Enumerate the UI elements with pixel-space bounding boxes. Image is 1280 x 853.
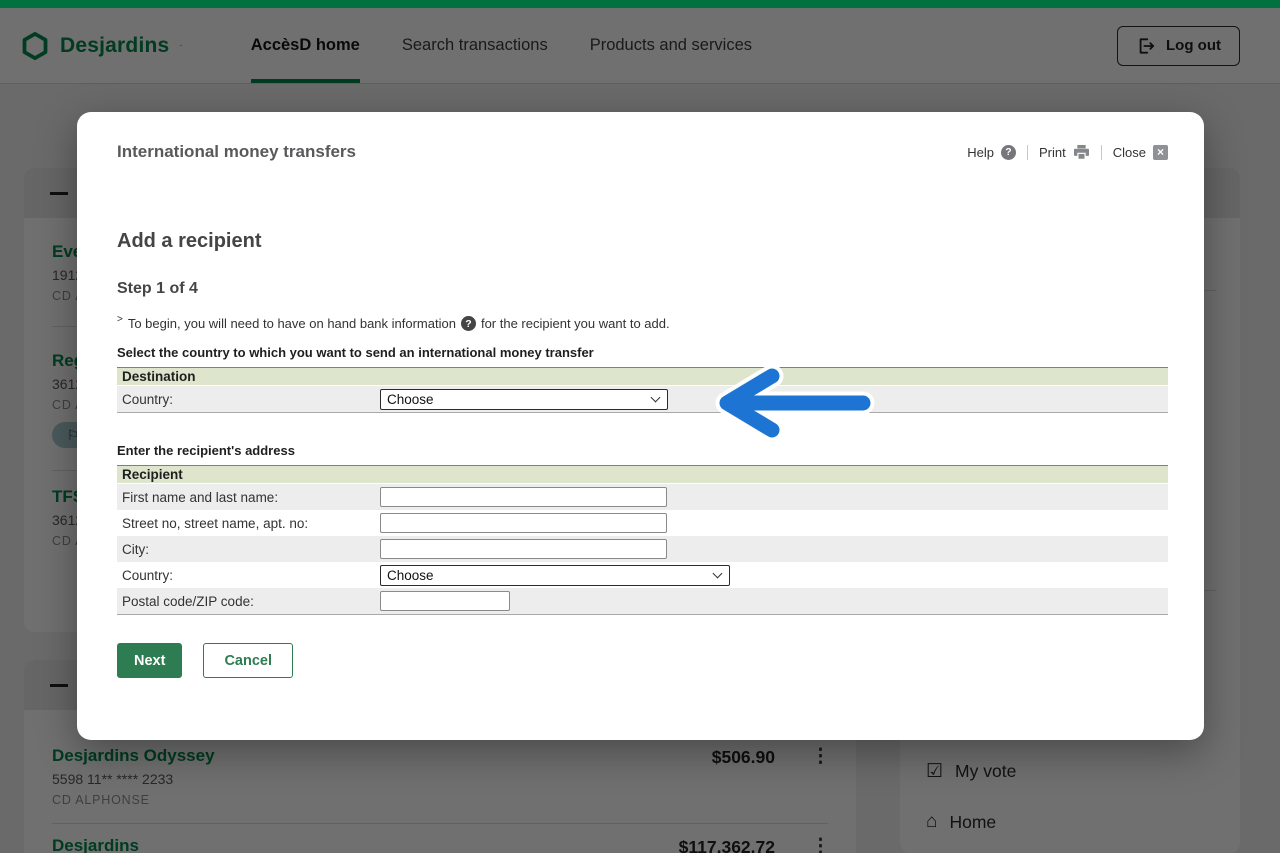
cancel-button[interactable]: Cancel [203, 643, 293, 678]
next-button[interactable]: Next [117, 643, 182, 678]
help-icon: ? [1001, 145, 1016, 160]
intro-text: > To begin, you will need to have on han… [117, 316, 1168, 331]
print-button[interactable]: Print [1039, 145, 1090, 160]
form-row-destination-country: Country: Choose [117, 386, 1168, 412]
chevron-down-icon [651, 393, 661, 403]
form-row-city: City: [117, 536, 1168, 562]
print-icon [1073, 145, 1090, 160]
close-icon: × [1153, 145, 1168, 160]
table-header-destination: Destination [117, 368, 1168, 386]
help-button[interactable]: Help ? [967, 145, 1016, 160]
info-icon[interactable]: ? [461, 316, 476, 331]
top-accent-bar [0, 0, 1280, 8]
form-row-postal-code: Postal code/ZIP code: [117, 588, 1168, 614]
section-label-recipient: Enter the recipient's address [117, 443, 1168, 459]
step-indicator: Step 1 of 4 [117, 280, 1168, 298]
form-row-name: First name and last name: [117, 484, 1168, 510]
destination-table: Destination Country: Choose [117, 367, 1168, 413]
name-input[interactable] [380, 487, 667, 507]
close-button[interactable]: Close × [1113, 145, 1168, 160]
international-transfers-modal: International money transfers Help ? Pri… [77, 112, 1204, 740]
modal-title: International money transfers [117, 142, 356, 162]
recipient-country-select[interactable]: Choose [380, 565, 730, 586]
page: Desjardins· AccèsD home Search transacti… [0, 0, 1280, 853]
postal-code-input[interactable] [380, 591, 510, 611]
section-label-destination: Select the country to which you want to … [117, 345, 1168, 361]
page-title: Add a recipient [117, 230, 1168, 253]
destination-country-select[interactable]: Choose [380, 389, 668, 410]
street-input[interactable] [380, 513, 667, 533]
city-input[interactable] [380, 539, 667, 559]
modal-utilities: Help ? Print Close × [967, 145, 1168, 160]
chevron-down-icon [713, 569, 723, 579]
form-row-country: Country: Choose [117, 562, 1168, 588]
divider [1101, 145, 1102, 160]
divider [1027, 145, 1028, 160]
recipient-table: Recipient First name and last name: Stre… [117, 465, 1168, 615]
table-header-recipient: Recipient [117, 466, 1168, 484]
form-row-street: Street no, street name, apt. no: [117, 510, 1168, 536]
